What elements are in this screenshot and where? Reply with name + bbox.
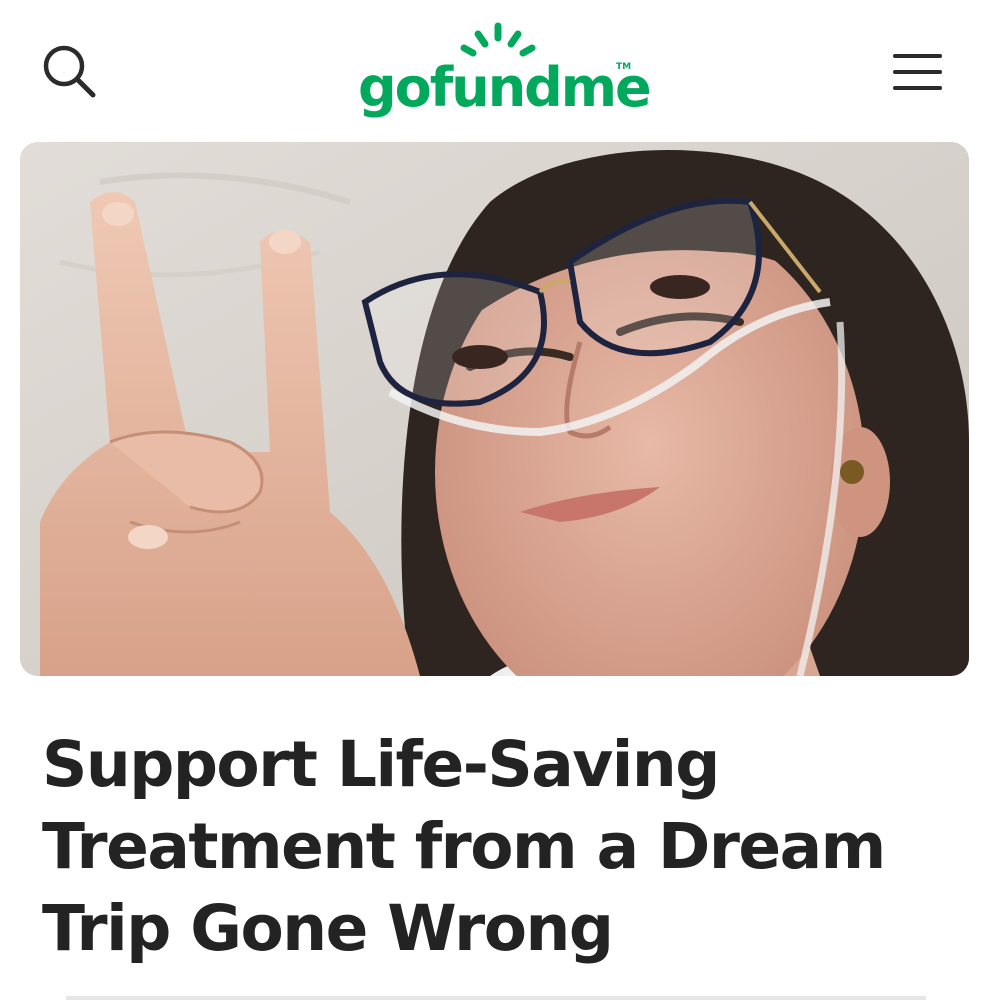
logo-trademark: TM xyxy=(616,62,632,72)
top-navigation-bar: gofundme TM xyxy=(0,0,989,140)
campaign-title: Support Life-Saving Treatment from a Dre… xyxy=(42,728,886,965)
logo-wordmark: gofundme xyxy=(358,56,652,119)
section-divider xyxy=(66,996,926,1000)
menu-button[interactable] xyxy=(890,48,946,94)
campaign-hero-image[interactable] xyxy=(20,142,969,676)
hamburger-menu-icon xyxy=(893,54,942,90)
gofundme-logo[interactable]: gofundme TM xyxy=(358,20,652,124)
search-button[interactable] xyxy=(38,40,100,102)
campaign-photo xyxy=(20,142,969,676)
logo-sun-icon xyxy=(460,22,536,57)
fundraiser-page: gofundme TM Support Life-Saving Treatmen… xyxy=(0,0,989,1000)
search-icon xyxy=(43,45,96,98)
